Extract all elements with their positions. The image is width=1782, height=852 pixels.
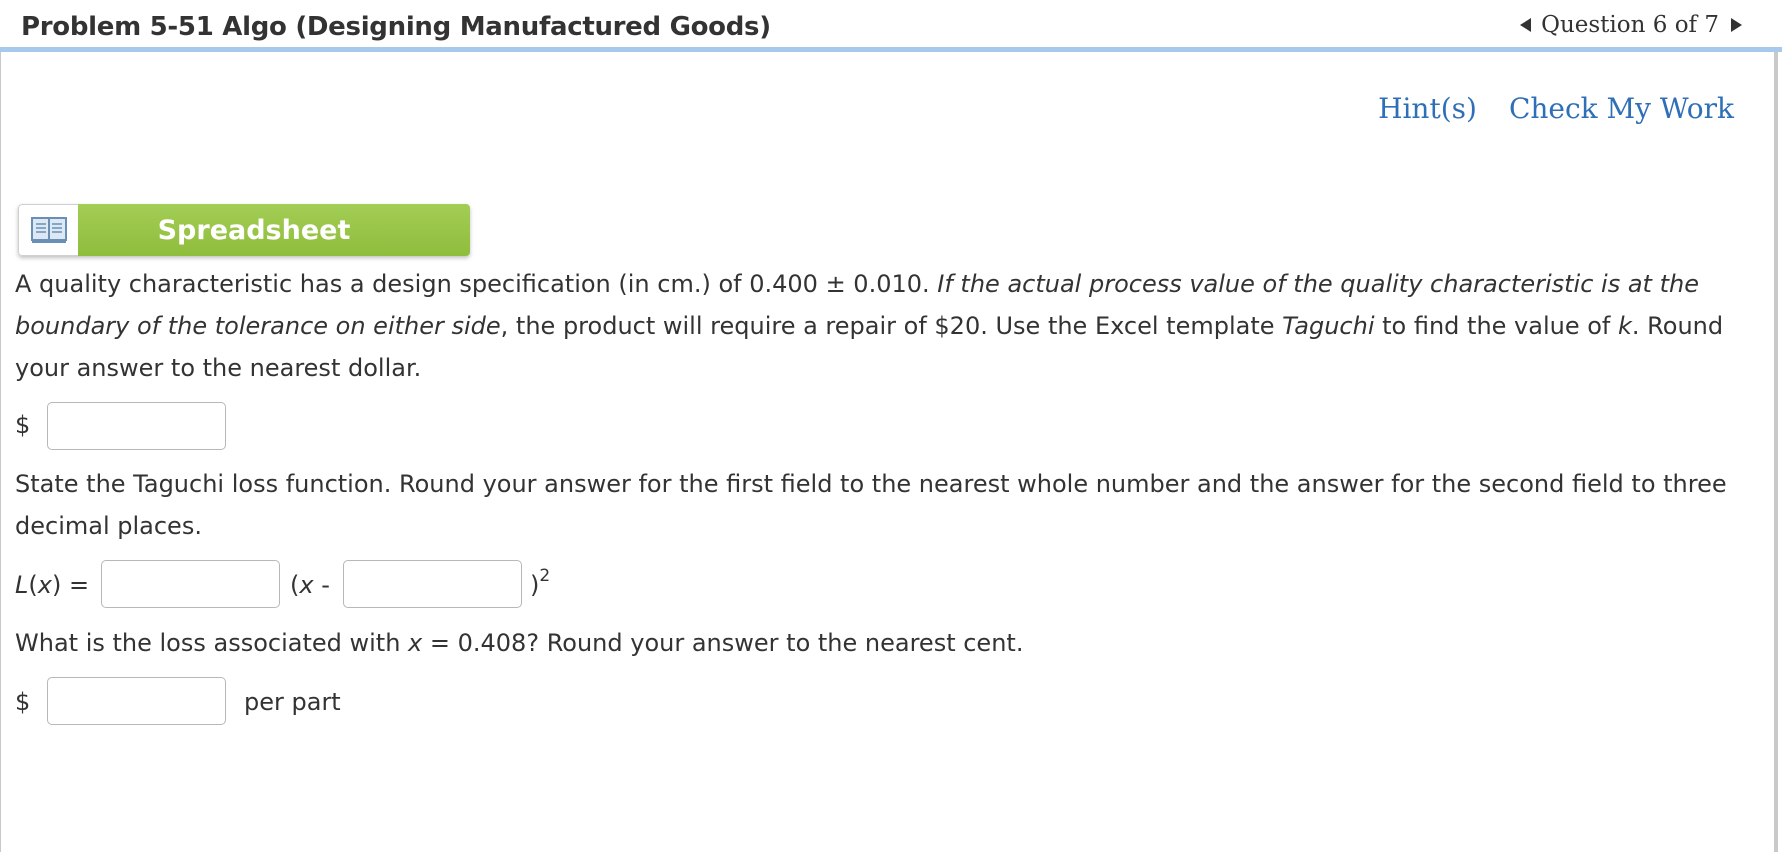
question-paragraph-2: State the Taguchi loss function. Round y… bbox=[15, 470, 1727, 540]
spreadsheet-label: Spreadsheet bbox=[78, 204, 470, 256]
exponent: 2 bbox=[539, 566, 551, 586]
lx-equals: ) = bbox=[51, 571, 90, 599]
target-value-input[interactable] bbox=[343, 560, 522, 608]
question-navigator: Question 6 of 7 bbox=[1520, 12, 1742, 38]
paren-close: ) bbox=[530, 571, 540, 599]
variable-k: k bbox=[1618, 312, 1632, 340]
paren-x: x bbox=[299, 571, 314, 599]
paren-minus: - bbox=[313, 571, 330, 599]
lx-l: L bbox=[15, 571, 29, 599]
question-counter: Question 6 of 7 bbox=[1541, 12, 1719, 38]
paren-open: ( bbox=[290, 571, 300, 599]
question-content-frame bbox=[0, 52, 1778, 852]
previous-question-arrow-icon[interactable] bbox=[1520, 18, 1532, 32]
k-value-input[interactable] bbox=[47, 402, 226, 450]
lx-paren: ( bbox=[28, 571, 38, 599]
question-paragraph-1: A quality characteristic has a design sp… bbox=[15, 263, 1760, 389]
next-question-arrow-icon[interactable] bbox=[1731, 18, 1742, 32]
open-paren-x-minus: (x - bbox=[290, 571, 330, 599]
help-links: Hint(s) Check My Work bbox=[1378, 92, 1734, 125]
p1-text: A quality characteristic has a design sp… bbox=[15, 270, 938, 298]
template-name: Taguchi bbox=[1282, 312, 1375, 340]
per-part-label: per part bbox=[244, 688, 341, 716]
p1-text-3: to find the value of bbox=[1374, 312, 1619, 340]
problem-header: Problem 5-51 Algo (Designing Manufacture… bbox=[0, 0, 1782, 52]
check-my-work-link[interactable]: Check My Work bbox=[1509, 92, 1734, 125]
spreadsheet-button[interactable]: Spreadsheet bbox=[18, 204, 470, 256]
dollar-sign-2: $ bbox=[15, 688, 31, 716]
k-coefficient-input[interactable] bbox=[101, 560, 280, 608]
p3-text: What is the loss associated with bbox=[15, 629, 409, 657]
lx-x: x bbox=[37, 571, 52, 599]
close-paren-squared: )2 bbox=[530, 566, 550, 599]
question-paragraph-3: What is the loss associated with x = 0.4… bbox=[15, 622, 1760, 664]
book-icon bbox=[30, 217, 67, 243]
loss-value-input[interactable] bbox=[47, 677, 226, 725]
dollar-sign-1: $ bbox=[15, 411, 31, 439]
problem-title: Problem 5-51 Algo (Designing Manufacture… bbox=[21, 12, 771, 42]
loss-function-label: L(x) = bbox=[15, 571, 89, 599]
p3-text-2: = 0.408? Round your answer to the neares… bbox=[422, 629, 1024, 657]
p1-text-2: , the product will require a repair of $… bbox=[500, 312, 1283, 340]
hints-link[interactable]: Hint(s) bbox=[1378, 92, 1477, 125]
spreadsheet-icon-container bbox=[18, 204, 78, 256]
p3-x: x bbox=[408, 629, 423, 657]
